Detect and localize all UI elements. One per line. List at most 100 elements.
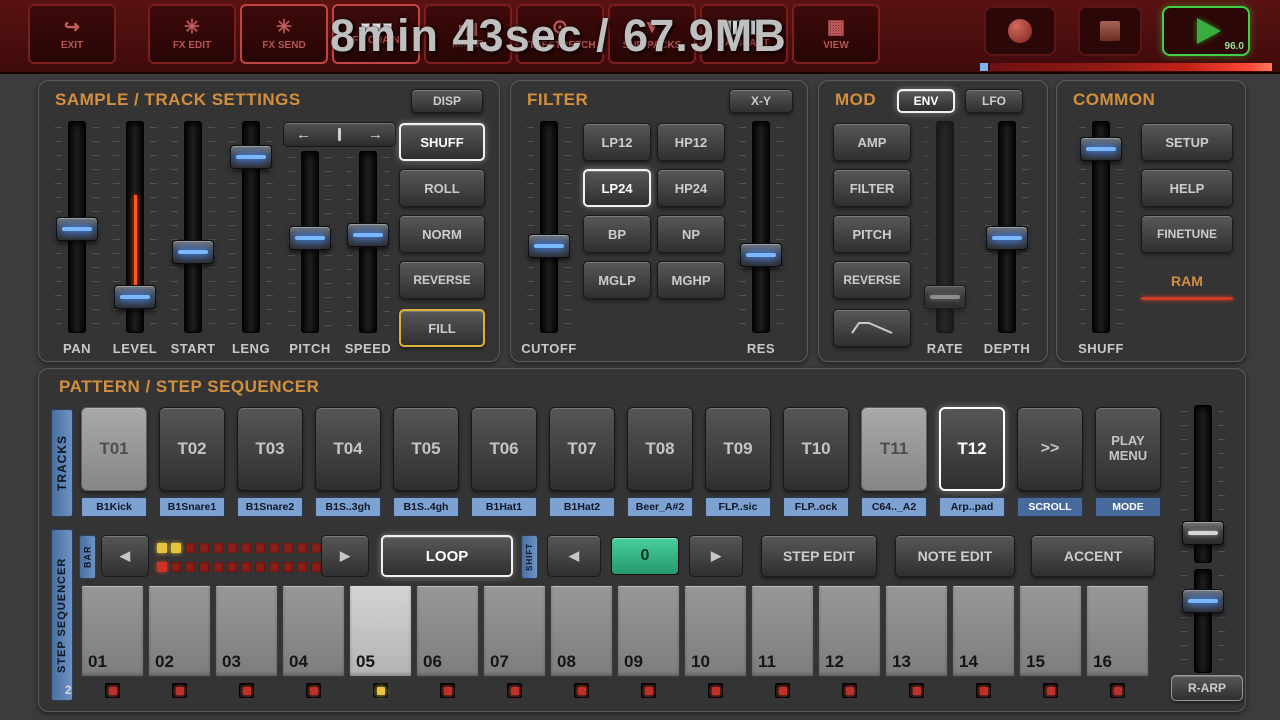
play-button[interactable]: 96.0 <box>1162 6 1250 56</box>
xy-button[interactable]: X-Y <box>729 89 793 113</box>
filter-type-mglp[interactable]: MGLP <box>583 261 651 299</box>
bar-prev-button[interactable]: ◀ <box>101 535 149 577</box>
rate-fader[interactable] <box>923 121 967 333</box>
leng-fader[interactable] <box>229 121 273 333</box>
filter-type-hp24[interactable]: HP24 <box>657 169 725 207</box>
shift-up-button[interactable]: ▶ <box>689 535 743 577</box>
res-fader-handle[interactable] <box>740 242 782 267</box>
start-fader[interactable] <box>171 121 215 333</box>
pan-fader-handle[interactable] <box>56 217 98 242</box>
step-cell-07[interactable]: 07 <box>483 585 546 677</box>
step-cell-01[interactable]: 01 <box>81 585 144 677</box>
disp-button[interactable]: DISP <box>411 89 483 113</box>
step-cell-05[interactable]: 05 <box>349 585 412 677</box>
pattern-scroll-fader[interactable] <box>1181 405 1225 563</box>
track-button-t02[interactable]: T02 <box>159 407 225 491</box>
filter-type-bp[interactable]: BP <box>583 215 651 253</box>
track-button-t08[interactable]: T08 <box>627 407 693 491</box>
norm-button[interactable]: NORM <box>399 215 485 253</box>
filter-type-np[interactable]: NP <box>657 215 725 253</box>
fx-edit-button[interactable]: ✳ FX EDIT <box>148 4 236 64</box>
track-button-t09[interactable]: T09 <box>705 407 771 491</box>
step-cell-11[interactable]: 11 <box>751 585 814 677</box>
step-cell-09[interactable]: 09 <box>617 585 680 677</box>
start-fader-handle[interactable] <box>172 240 214 265</box>
pitch-fader[interactable] <box>288 151 332 333</box>
finetune-button[interactable]: FINETUNE <box>1141 215 1233 253</box>
leng-fader-handle[interactable] <box>230 145 272 170</box>
reverse-button[interactable]: REVERSE <box>399 261 485 299</box>
shuff-button[interactable]: SHUFF <box>399 123 485 161</box>
step-cell-06[interactable]: 06 <box>416 585 479 677</box>
roll-button[interactable]: ROLL <box>399 169 485 207</box>
step-cell-14[interactable]: 14 <box>952 585 1015 677</box>
filter-type-hp12[interactable]: HP12 <box>657 123 725 161</box>
exit-button[interactable]: ↪ EXIT <box>28 4 116 64</box>
mod-pitch-button[interactable]: PITCH <box>833 215 911 253</box>
view-button[interactable]: ▦ VIEW <box>792 4 880 64</box>
step-cell-03[interactable]: 03 <box>215 585 278 677</box>
help-button[interactable]: HELP <box>1141 169 1233 207</box>
pager-right-icon[interactable]: → <box>368 126 383 143</box>
track-button-t04[interactable]: T04 <box>315 407 381 491</box>
track-button-t12[interactable]: T12 <box>939 407 1005 491</box>
play-menu-button[interactable]: PLAY MENU <box>1095 407 1161 491</box>
filter-type-lp12[interactable]: LP12 <box>583 123 651 161</box>
mod-reverse-button[interactable]: REVERSE <box>833 261 911 299</box>
depth-fader-handle[interactable] <box>986 225 1028 250</box>
bar-next-button[interactable]: ▶ <box>321 535 369 577</box>
r-arp-button[interactable]: R-ARP <box>1171 675 1243 701</box>
track-t04-label: T04 <box>333 439 363 458</box>
pan-fader[interactable] <box>55 121 99 333</box>
loop-button[interactable]: LOOP <box>381 535 513 577</box>
pattern-scroll-fader-handle[interactable] <box>1182 520 1224 545</box>
depth-fader[interactable] <box>985 121 1029 333</box>
filter-type-lp24[interactable]: LP24 <box>583 169 651 207</box>
step-cell-13[interactable]: 13 <box>885 585 948 677</box>
track-button-t11[interactable]: T11 <box>861 407 927 491</box>
lfo-tab[interactable]: LFO <box>965 89 1023 113</box>
step-cell-02[interactable]: 02 <box>148 585 211 677</box>
setup-button[interactable]: SETUP <box>1141 123 1233 161</box>
accent-button[interactable]: ACCENT <box>1031 535 1155 577</box>
common-shuff-fader[interactable] <box>1079 121 1123 333</box>
step-cell-10[interactable]: 10 <box>684 585 747 677</box>
note-edit-button[interactable]: NOTE EDIT <box>895 535 1015 577</box>
track-button-t07[interactable]: T07 <box>549 407 615 491</box>
step-cell-08[interactable]: 08 <box>550 585 613 677</box>
common-shuff-fader-handle[interactable] <box>1080 136 1122 161</box>
mod-amp-button[interactable]: AMP <box>833 123 911 161</box>
pager-left-icon[interactable]: ← <box>296 126 311 143</box>
cutoff-fader-handle[interactable] <box>528 234 570 259</box>
filter-type-mghp[interactable]: MGHP <box>657 261 725 299</box>
track-button-t03[interactable]: T03 <box>237 407 303 491</box>
pitch-fader-handle[interactable] <box>289 226 331 251</box>
env-shape-button[interactable] <box>833 309 911 347</box>
step-cell-04[interactable]: 04 <box>282 585 345 677</box>
env-tab[interactable]: ENV <box>897 89 955 113</box>
track-button-t01[interactable]: T01 <box>81 407 147 491</box>
step-edit-button[interactable]: STEP EDIT <box>761 535 877 577</box>
step-cell-16[interactable]: 16 <box>1086 585 1149 677</box>
r-arp-fader[interactable] <box>1181 569 1225 673</box>
level-fader-handle[interactable] <box>114 284 156 309</box>
shift-down-button[interactable]: ◀ <box>547 535 601 577</box>
mod-filter-button[interactable]: FILTER <box>833 169 911 207</box>
fx-send-button[interactable]: ✳ FX SEND <box>240 4 328 64</box>
fill-button[interactable]: FILL <box>399 309 485 347</box>
speed-fader[interactable] <box>346 151 390 333</box>
r-arp-fader-handle[interactable] <box>1182 589 1224 614</box>
step-cell-15[interactable]: 15 <box>1019 585 1082 677</box>
cutoff-fader[interactable] <box>527 121 571 333</box>
record-button[interactable] <box>984 6 1056 56</box>
level-fader[interactable] <box>113 121 157 333</box>
scroll-button[interactable]: >> <box>1017 407 1083 491</box>
stop-button[interactable] <box>1078 6 1142 56</box>
track-button-t05[interactable]: T05 <box>393 407 459 491</box>
rate-fader-handle[interactable] <box>924 284 966 309</box>
track-button-t06[interactable]: T06 <box>471 407 537 491</box>
speed-fader-handle[interactable] <box>347 222 389 247</box>
res-fader[interactable] <box>739 121 783 333</box>
track-button-t10[interactable]: T10 <box>783 407 849 491</box>
step-cell-12[interactable]: 12 <box>818 585 881 677</box>
